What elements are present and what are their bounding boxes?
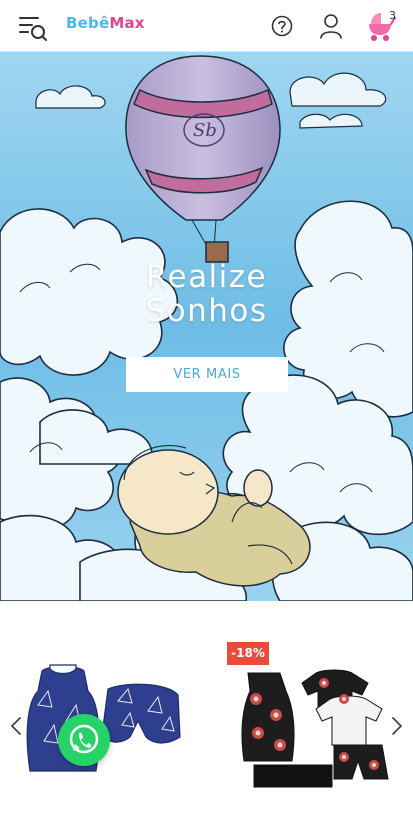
user-icon[interactable] <box>319 13 343 39</box>
help-icon[interactable] <box>271 15 293 37</box>
whatsapp-icon <box>69 724 99 754</box>
header: BebêMax 3 <box>0 0 413 52</box>
svg-text:Sb: Sb <box>193 120 217 141</box>
chevron-right-icon[interactable] <box>389 714 405 738</box>
logo[interactable]: BebêMax <box>66 14 145 36</box>
hero-banner[interactable]: Sb Realize Sonhos VER MAIS <box>0 52 413 601</box>
hero-title: Realize Sonhos <box>0 260 413 328</box>
whatsapp-button[interactable] <box>58 714 110 766</box>
donut-print-romper-set-icon <box>241 669 389 788</box>
hero-title-line2: Sonhos <box>145 293 268 329</box>
product-carousel: -18% <box>0 601 413 825</box>
ver-mais-button[interactable]: VER MAIS <box>126 357 288 392</box>
logo-text-bebe: Bebê <box>66 14 110 32</box>
menu-search-icon[interactable] <box>18 14 48 42</box>
product-card[interactable] <box>18 601 188 825</box>
cart-count-badge: 3 <box>389 9 396 22</box>
product-card[interactable] <box>225 601 395 825</box>
logo-text-max: Max <box>109 14 145 32</box>
discount-badge: -18% <box>227 642 269 665</box>
hero-title-line1: Realize <box>145 259 268 295</box>
